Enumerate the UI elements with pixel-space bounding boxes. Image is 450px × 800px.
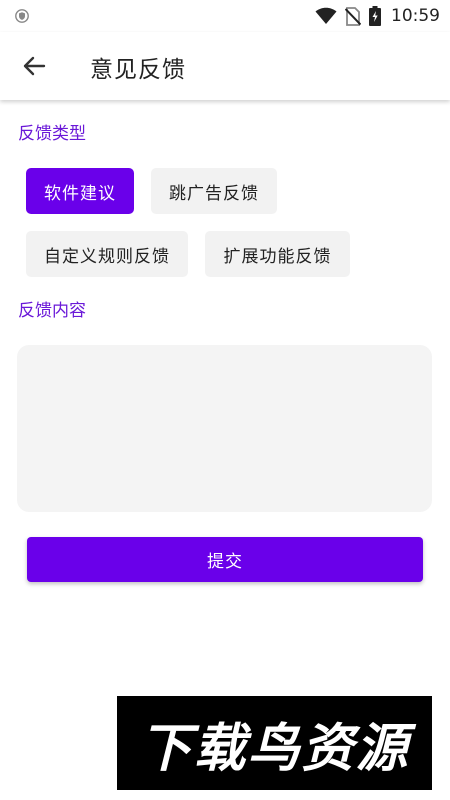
chip-extension-feedback[interactable]: 扩展功能反馈	[205, 231, 350, 277]
feedback-content-input[interactable]	[17, 345, 432, 512]
watermark-logo: 下载鸟资源	[117, 696, 432, 790]
chip-custom-rule-feedback[interactable]: 自定义规则反馈	[26, 231, 188, 277]
status-bar: 10:59	[0, 0, 450, 32]
app-bar: 意见反馈	[0, 32, 450, 100]
arrow-left-icon[interactable]	[20, 52, 48, 80]
feedback-content-label: 反馈内容	[18, 301, 86, 321]
page-title: 意见反馈	[90, 57, 186, 83]
chip-software-suggestion[interactable]: 软件建议	[26, 168, 134, 214]
feedback-screen: 10:59 意见反馈 反馈类型 软件建议 跳广告反馈 自定义规则反馈 扩展功能反…	[0, 0, 450, 800]
battery-charging-icon	[369, 6, 381, 26]
status-time: 10:59	[391, 6, 440, 26]
wifi-icon	[315, 7, 337, 24]
shield-icon	[15, 9, 29, 23]
status-icons: 10:59	[315, 5, 440, 27]
submit-button[interactable]: 提交	[27, 537, 423, 582]
no-sim-icon	[345, 6, 361, 26]
feedback-type-label: 反馈类型	[18, 124, 86, 144]
chip-skip-ad-feedback[interactable]: 跳广告反馈	[151, 168, 277, 214]
